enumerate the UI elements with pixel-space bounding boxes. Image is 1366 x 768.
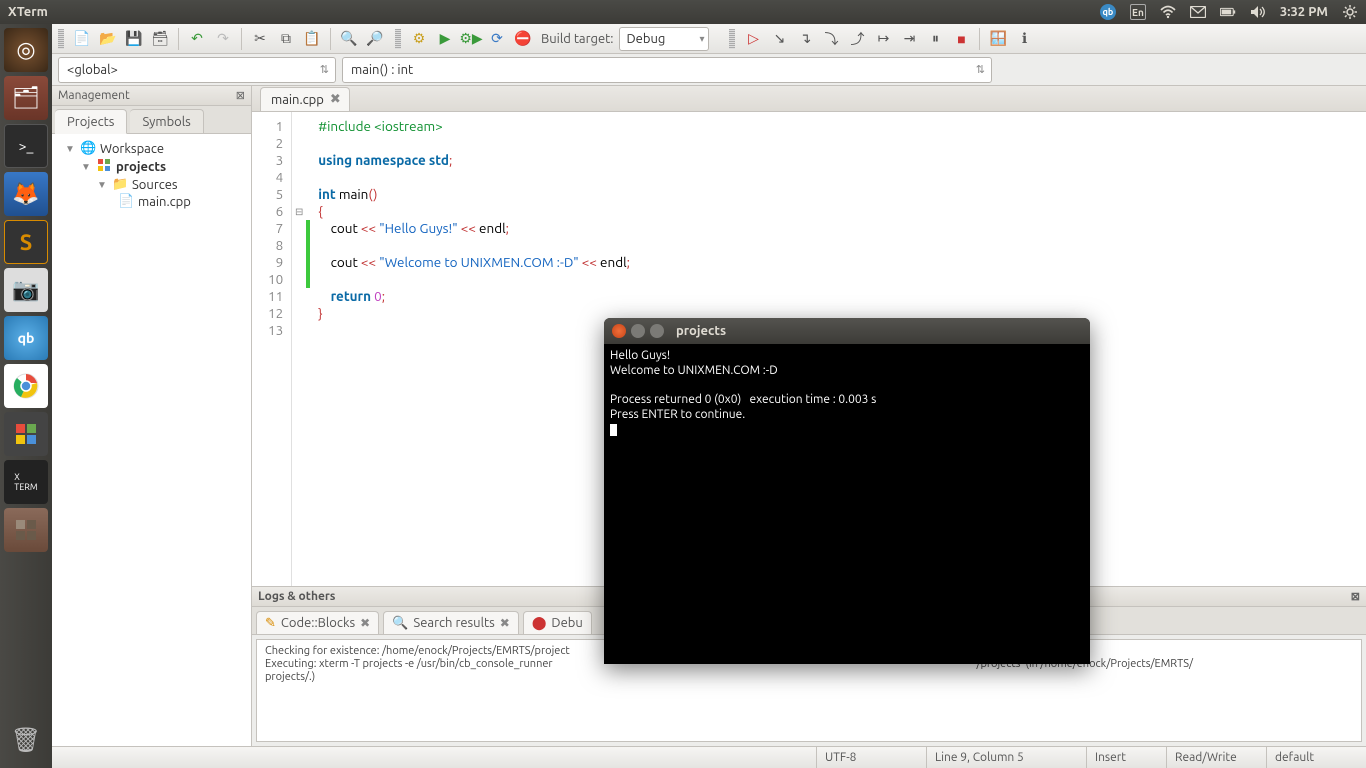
close-icon[interactable]: ✖ (500, 616, 510, 630)
cut-icon[interactable]: ✂ (248, 27, 272, 51)
fold-column[interactable]: ⊟ (292, 112, 306, 586)
undo-icon[interactable]: ↶ (185, 27, 209, 51)
abort-icon[interactable]: ⛔ (511, 27, 535, 51)
paste-icon[interactable]: 📋 (300, 27, 324, 51)
window-minimize-icon[interactable] (631, 324, 645, 338)
redo-icon[interactable]: ↷ (211, 27, 235, 51)
launcher-firefox[interactable]: 🦊 (4, 172, 48, 216)
build-run-icon[interactable]: ⚙▶ (459, 27, 483, 51)
tab-symbols[interactable]: Symbols (130, 109, 203, 133)
launcher-sublime[interactable]: S (4, 220, 48, 264)
file-tabs: main.cpp ✖ (252, 86, 1366, 112)
toolbar-handle[interactable] (729, 29, 735, 49)
clock[interactable]: 3:32 PM (1280, 5, 1328, 19)
line-gutter: 12345678910111213 (252, 112, 292, 586)
unity-launcher: ◎ 🗂 >_ 🦊 S 📷 qb XTERM 🗑 (0, 24, 52, 768)
xterm-title: projects (676, 324, 726, 338)
status-profile: default (1266, 747, 1366, 768)
debug-break-icon[interactable]: ⏸ (923, 27, 947, 51)
build-target-label: Build target: (541, 32, 613, 46)
mail-icon[interactable] (1190, 4, 1206, 20)
launcher-screenshot[interactable]: 📷 (4, 268, 48, 312)
code-text[interactable]: #include <iostream> using namespace std;… (310, 112, 630, 586)
status-bar: UTF-8 Line 9, Column 5 Insert Read/Write… (52, 746, 1366, 768)
management-panel: Management ⊠ Projects Symbols ▼🌐Workspac… (52, 86, 252, 746)
debug-next-instr-icon[interactable]: ↦ (871, 27, 895, 51)
copy-icon[interactable]: ⧉ (274, 27, 298, 51)
debug-run-cursor-icon[interactable]: ↘ (767, 27, 791, 51)
tree-workspace[interactable]: ▼🌐Workspace (56, 140, 247, 157)
toolbar-handle[interactable] (58, 29, 64, 49)
close-icon[interactable]: ✖ (330, 92, 341, 107)
status-mode: Insert (1086, 747, 1166, 768)
system-menubar: XTerm qb En 3:32 PM (0, 0, 1366, 24)
scope-function-combo[interactable]: main() : int (342, 57, 992, 83)
debug-stop-icon[interactable]: ■ (949, 27, 973, 51)
debug-next-line-icon[interactable]: ↴ (793, 27, 817, 51)
toolbar-handle[interactable] (395, 29, 401, 49)
battery-icon[interactable] (1220, 4, 1236, 20)
status-position: Line 9, Column 5 (926, 747, 1086, 768)
launcher-terminal[interactable]: >_ (4, 124, 48, 168)
launcher-trash[interactable]: 🗑 (4, 718, 48, 762)
qb-indicator-icon[interactable]: qb (1100, 4, 1116, 20)
close-icon[interactable]: ⊠ (236, 89, 245, 102)
status-readwrite: Read/Write (1166, 747, 1266, 768)
close-icon[interactable]: ✖ (360, 616, 370, 630)
tree-file-maincpp[interactable]: 📄main.cpp (56, 193, 247, 210)
xterm-window[interactable]: projects Hello Guys! Welcome to UNIXMEN.… (604, 318, 1090, 664)
debug-start-icon[interactable]: ▷ (741, 27, 765, 51)
launcher-workspaces[interactable] (4, 508, 48, 552)
xterm-titlebar[interactable]: projects (604, 318, 1090, 344)
status-encoding: UTF-8 (816, 747, 926, 768)
build-target-combo[interactable]: Debug (619, 27, 709, 51)
debug-step-out-icon[interactable]: ⤴ (845, 27, 869, 51)
window-title: XTerm (8, 5, 48, 19)
gear-icon[interactable] (1342, 4, 1358, 20)
tree-sources[interactable]: ▼📁Sources (56, 176, 247, 193)
tab-projects[interactable]: Projects (55, 109, 127, 134)
debug-windows-icon[interactable]: 🪟 (986, 27, 1010, 51)
window-close-icon[interactable] (612, 324, 626, 338)
window-maximize-icon[interactable] (650, 324, 664, 338)
build-icon[interactable]: ⚙ (407, 27, 431, 51)
terminal-cursor (610, 424, 617, 436)
log-tab-search[interactable]: 🔍Search results✖ (383, 611, 519, 634)
log-tab-codeblocks[interactable]: ✎Code::Blocks✖ (256, 611, 379, 634)
tree-project[interactable]: ▼projects (56, 157, 247, 176)
close-icon[interactable]: ⊠ (1351, 590, 1360, 603)
main-toolbar: 📄 📂 💾 🗃 ↶ ↷ ✂ ⧉ 📋 🔍 🔎 ⚙ ▶ ⚙▶ ⟳ ⛔ Build t… (52, 24, 1366, 54)
scope-global-combo[interactable]: <global> (58, 57, 336, 83)
launcher-files[interactable]: 🗂 (4, 76, 48, 120)
log-tab-debugger[interactable]: ⬤Debu (523, 611, 592, 634)
debug-step-instr-icon[interactable]: ⇥ (897, 27, 921, 51)
debug-step-into-icon[interactable]: ⤵ (819, 27, 843, 51)
find-replace-icon[interactable]: 🔎 (363, 27, 387, 51)
keyboard-indicator[interactable]: En (1130, 4, 1146, 20)
management-titlebar: Management ⊠ (52, 86, 251, 106)
launcher-xterm[interactable]: XTERM (4, 460, 48, 504)
wifi-icon[interactable] (1160, 4, 1176, 20)
management-tabs: Projects Symbols (52, 106, 251, 134)
launcher-app-squares[interactable] (4, 412, 48, 456)
xterm-output[interactable]: Hello Guys! Welcome to UNIXMEN.COM :-D P… (604, 344, 1090, 440)
rebuild-icon[interactable]: ⟳ (485, 27, 509, 51)
save-icon[interactable]: 💾 (122, 27, 146, 51)
launcher-dash[interactable]: ◎ (4, 28, 48, 72)
file-tab-maincpp[interactable]: main.cpp ✖ (260, 87, 350, 111)
save-all-icon[interactable]: 🗃 (148, 27, 172, 51)
scope-toolbar: <global> main() : int (52, 54, 1366, 86)
find-icon[interactable]: 🔍 (337, 27, 361, 51)
menubar-indicators: qb En 3:32 PM (1100, 4, 1358, 20)
run-icon[interactable]: ▶ (433, 27, 457, 51)
debug-info-icon[interactable]: ℹ (1012, 27, 1036, 51)
launcher-qbittorrent[interactable]: qb (4, 316, 48, 360)
new-file-icon[interactable]: 📄 (70, 27, 94, 51)
project-tree: ▼🌐Workspace ▼projects ▼📁Sources 📄main.cp… (52, 134, 251, 746)
volume-icon[interactable] (1250, 4, 1266, 20)
launcher-chrome[interactable] (4, 364, 48, 408)
open-file-icon[interactable]: 📂 (96, 27, 120, 51)
